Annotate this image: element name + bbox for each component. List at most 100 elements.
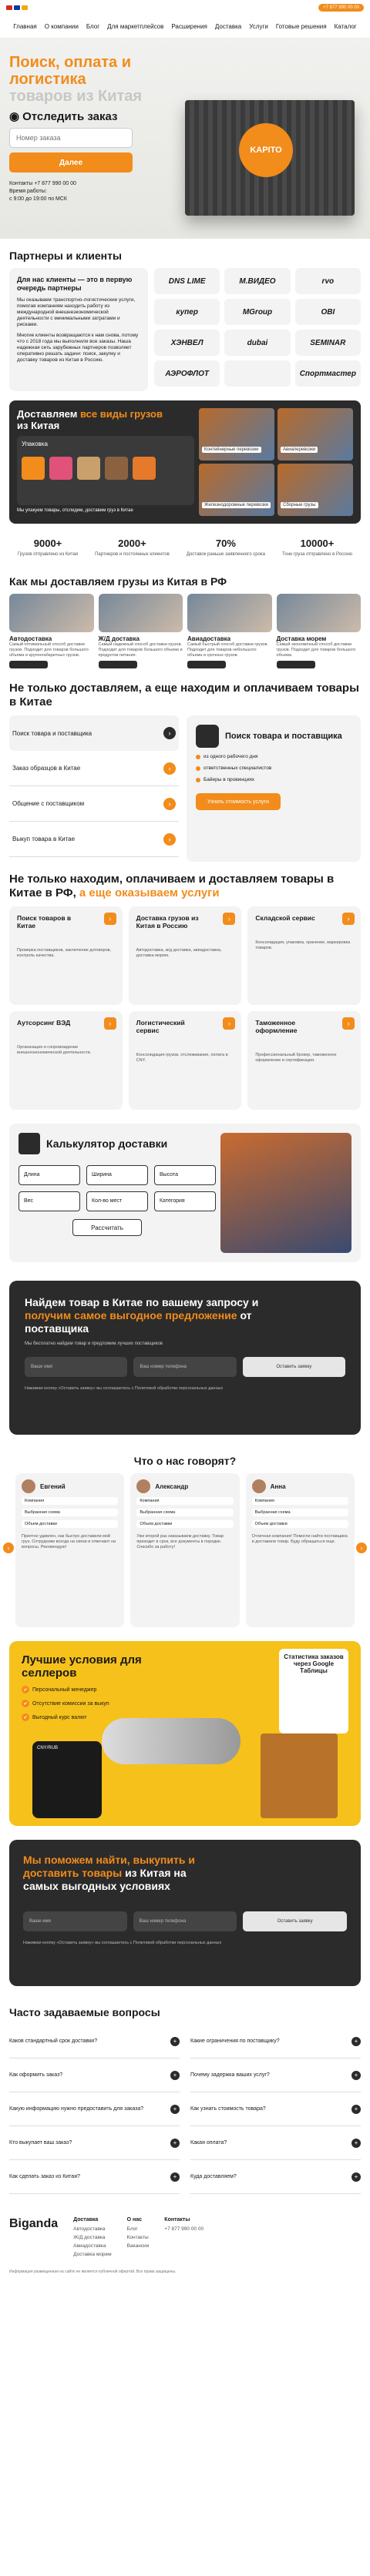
service-card[interactable]: Аутсорсинг ВЭД › Организация и сопровожден… xyxy=(9,1011,123,1110)
faq-item[interactable]: Кто выкупает ваш заказ? + xyxy=(9,2126,180,2160)
faq-item[interactable]: Каков стандартный срок доставки? + xyxy=(9,2025,180,2058)
nav-item[interactable]: Для маркетплейсов xyxy=(107,23,163,30)
nav-item[interactable]: Главная xyxy=(13,23,36,30)
arrow-icon[interactable]: › xyxy=(103,1017,116,1030)
footer-link[interactable]: +7 877 990 00 00 xyxy=(164,2226,204,2232)
weight-field[interactable]: Вес xyxy=(18,1191,80,1211)
length-field[interactable]: Длина xyxy=(18,1165,80,1185)
name-input[interactable]: Ваше имя xyxy=(25,1357,128,1377)
arrow-icon[interactable]: › xyxy=(342,913,355,925)
service-card[interactable]: Доставка грузов из Китая в Россию › Автодо… xyxy=(128,906,242,1005)
way-card[interactable]: Авиадоставка Самый быстрый способ доставк… xyxy=(187,594,272,671)
flag-icon[interactable] xyxy=(14,5,20,10)
language-flags[interactable] xyxy=(6,5,28,10)
footer-link[interactable]: Вакансии xyxy=(127,2243,150,2249)
footer-link[interactable]: Контакты xyxy=(127,2235,150,2240)
footer-link[interactable]: Доставка морем xyxy=(73,2252,112,2257)
faq-item[interactable]: Куда доставляем? + xyxy=(190,2160,361,2194)
way-button[interactable] xyxy=(9,661,48,668)
nav-item[interactable]: Услуги xyxy=(249,23,268,30)
nav-item[interactable]: Доставка xyxy=(215,23,241,30)
faq-item[interactable]: Какая оплата? + xyxy=(190,2126,361,2160)
faq-item[interactable]: Как узнать стоимость товара? + xyxy=(190,2092,361,2126)
height-field[interactable]: Высота xyxy=(154,1165,216,1185)
accordion-item[interactable]: Заказ образцов в Китае › xyxy=(9,751,179,786)
faq-item[interactable]: Какие ограничения по поставщику? + xyxy=(190,2025,361,2058)
footer: Вiganda Доставка Автодоставка Ж/Д доставка… xyxy=(0,2208,370,2269)
name-input[interactable]: Ваше имя xyxy=(23,1911,127,1931)
accordion-item[interactable]: Выкуп товара в Китае › xyxy=(9,822,179,857)
way-card[interactable]: Доставка морем Самый экономичный способ д… xyxy=(276,594,361,671)
track-button[interactable]: Далее xyxy=(9,152,133,173)
category-select[interactable]: Категория xyxy=(154,1191,216,1211)
arrow-icon[interactable]: › xyxy=(103,913,116,925)
service-card[interactable]: Поиск товаров в Китае › Проверка поставщик… xyxy=(9,906,123,1005)
service-card[interactable]: Логистический сервис › Консолидация грузов… xyxy=(128,1011,242,1110)
way-card[interactable]: Ж/Д доставка Самый надежный способ достав… xyxy=(98,594,183,671)
panel-price-button[interactable]: Узнать стоимость услуги xyxy=(196,793,281,810)
track-label: Отследить заказ xyxy=(22,109,118,123)
request-title-part: Найдем товар в Китае по вашему запросу и xyxy=(25,1296,259,1308)
review-card: Евгений Компания Выбранная схема Объем д… xyxy=(15,1473,125,1627)
consent-checkbox[interactable]: Нажимая кнопку «Оставить заявку» вы согл… xyxy=(25,1386,345,1391)
legal-text: Информация размещенная на сайте не являе… xyxy=(9,2269,177,2274)
footer-link[interactable]: Авиадоставка xyxy=(73,2243,112,2249)
nav-item[interactable]: Блог xyxy=(86,23,99,30)
footer-link[interactable]: Блог xyxy=(127,2226,150,2232)
service-card[interactable]: Таможенное оформление › Профессиональный б… xyxy=(247,1011,361,1110)
footer-link[interactable]: Ж/Д доставка xyxy=(73,2235,112,2240)
nav-item[interactable]: Расширения xyxy=(171,23,207,30)
phone-input[interactable]: Ваш номер телефона xyxy=(133,1911,237,1931)
prev-arrow-icon[interactable]: ‹ xyxy=(3,1543,14,1553)
order-number-input[interactable] xyxy=(9,128,133,148)
cargo-photo-label: Контейнерные перевозки xyxy=(202,447,261,453)
stat-label: Тонн груза отправлено в Россию xyxy=(282,552,352,557)
header-phone[interactable]: +7 877 990 00 00 xyxy=(318,4,364,12)
way-button[interactable] xyxy=(98,661,137,668)
width-field[interactable]: Ширина xyxy=(86,1165,148,1185)
service-title: Аутсорсинг ВЭД xyxy=(17,1019,71,1027)
way-image xyxy=(276,594,361,632)
search-icon xyxy=(196,725,219,748)
accordion-item[interactable]: Поиск товара и поставщика › xyxy=(9,715,179,751)
footer-col-title: Контакты xyxy=(164,2217,190,2223)
stat-label: Партнеров и постоянных клиентов xyxy=(95,552,170,557)
faq-item[interactable]: Почему задержка ваших услуг? + xyxy=(190,2058,361,2092)
faq-question: Как узнать стоимость товара? xyxy=(190,2106,266,2112)
way-card[interactable]: Автодоставка Самый оптимальный способ дос… xyxy=(9,594,94,671)
contacts-phone[interactable]: +7 877 990 00 00 xyxy=(34,181,76,186)
plus-icon: + xyxy=(170,2070,180,2080)
arrow-icon[interactable]: › xyxy=(342,1017,355,1030)
accordion-item[interactable]: Общение с поставщиком › xyxy=(9,786,179,822)
reviews-carousel: ‹ Евгений Компания Выбранная схема Объем… xyxy=(0,1473,370,1627)
places-field[interactable]: Кол-во мест xyxy=(86,1191,148,1211)
faq-item[interactable]: Как оформить заказ? + xyxy=(9,2058,180,2092)
partners-card-title: Для нас клиенты — это в первую очередь п… xyxy=(17,276,133,292)
next-arrow-icon[interactable]: › xyxy=(356,1543,367,1553)
phone-input[interactable]: Ваш номер телефона xyxy=(133,1357,237,1377)
flag-icon[interactable] xyxy=(6,5,12,10)
sellers-title: Лучшие условия для селлеров xyxy=(22,1653,142,1680)
arrow-icon[interactable]: › xyxy=(223,1017,236,1030)
nav-item[interactable]: Каталог xyxy=(335,23,357,30)
review-row: Выбранная схема xyxy=(251,1509,348,1516)
service-card[interactable]: Складской сервис › Консолидация, упаковка,… xyxy=(247,906,361,1005)
airplane-image xyxy=(102,1718,240,1764)
footer-link[interactable]: Автодоставка xyxy=(73,2226,112,2232)
find-section: Поиск товара и поставщика › Заказ образцо… xyxy=(0,715,370,862)
way-button[interactable] xyxy=(187,661,226,668)
consent-checkbox[interactable]: Нажимая кнопку «Оставить заявку» вы согл… xyxy=(23,1941,347,1945)
nav-item[interactable]: О компании xyxy=(45,23,79,30)
calculate-button[interactable]: Рассчитать xyxy=(72,1219,142,1236)
nav-item[interactable]: Готовые решения xyxy=(276,23,327,30)
flag-icon[interactable] xyxy=(22,5,28,10)
footer-logo[interactable]: Вiganda xyxy=(9,2217,58,2260)
submit-button[interactable]: Оставить заявку xyxy=(242,1357,345,1377)
panel-point: Байеры в провинциях xyxy=(196,777,352,782)
way-button[interactable] xyxy=(276,661,315,668)
arrow-icon[interactable]: › xyxy=(223,913,236,925)
submit-button[interactable]: Оставить заявку xyxy=(243,1911,348,1931)
stat-item: 9000+ Грузов отправлено из Китая xyxy=(18,538,78,557)
faq-item[interactable]: Как сделать заказ из Китая? + xyxy=(9,2160,180,2194)
faq-item[interactable]: Какую информацию нужно предоставить для … xyxy=(9,2092,180,2126)
